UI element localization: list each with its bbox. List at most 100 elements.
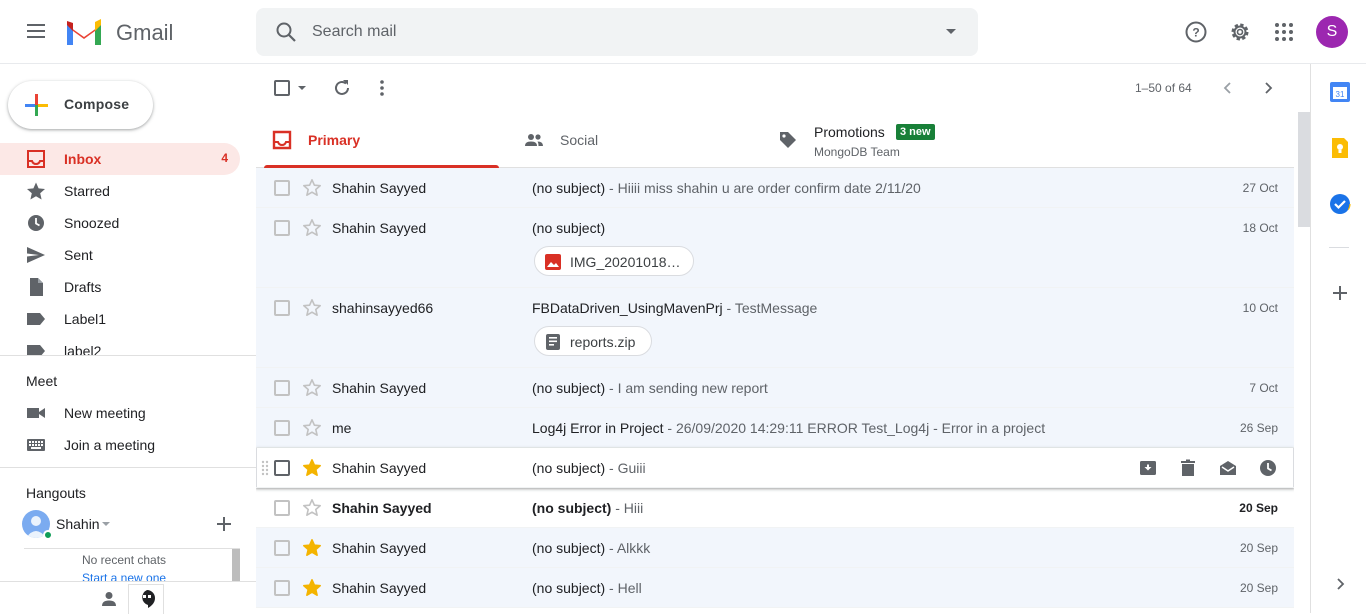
email-row[interactable]: me Log4j Error in Project - 26/09/2020 14… — [256, 408, 1294, 448]
email-row[interactable]: Shahin Sayyed (no subject) - Hiiii miss s… — [256, 168, 1294, 208]
search-options-chevron-icon[interactable] — [946, 29, 956, 34]
add-addon-plus-icon[interactable] — [1329, 282, 1351, 304]
star-icon[interactable] — [302, 498, 322, 518]
email-row[interactable]: Shahin Sayyed (no subject) - I am sending… — [256, 368, 1294, 408]
main-menu-button[interactable] — [24, 20, 48, 44]
email-date: 10 Oct — [1242, 301, 1278, 315]
chevron-right-icon[interactable] — [1258, 78, 1278, 98]
inbox-unread-count: 4 — [221, 151, 228, 165]
sidebar-item-inbox[interactable]: Inbox 4 — [0, 143, 240, 175]
delete-trash-icon[interactable] — [1178, 458, 1198, 478]
email-row[interactable]: Shahin Sayyed (no subject) 18 Oct IMG_20201… — [256, 208, 1294, 288]
tab-promotions[interactable]: Promotions 3 new MongoDB Team — [762, 112, 1016, 168]
tasks-icon[interactable] — [1329, 193, 1351, 215]
chevron-left-icon[interactable] — [1218, 78, 1238, 98]
email-subject: (no subject) — [532, 580, 606, 596]
sidebar-item-label: Inbox — [64, 151, 102, 167]
search-bar[interactable] — [256, 8, 978, 56]
email-subject: (no subject) — [532, 220, 606, 236]
sidebar-item-starred[interactable]: Starred — [0, 175, 240, 207]
tab-label: Promotions — [814, 124, 885, 140]
email-row[interactable]: shahinsayyed66 FBDataDriven_UsingMavenPrj… — [256, 288, 1294, 368]
star-icon[interactable] — [302, 578, 322, 598]
hangouts-user-name: Shahin — [56, 516, 100, 532]
email-date: 26 Sep — [1239, 421, 1278, 435]
new-conversation-plus-icon[interactable] — [216, 516, 232, 532]
email-row[interactable]: Shahin Sayyed (no subject) - Hell 20 Sep — [256, 568, 1294, 608]
select-options-chevron-icon[interactable] — [298, 86, 306, 90]
star-icon[interactable] — [302, 418, 322, 438]
email-row[interactable]: Shahin Sayyed (no subject) - Alkkk 20 Sep — [256, 528, 1294, 568]
email-select-checkbox[interactable] — [274, 420, 290, 436]
search-input[interactable] — [312, 20, 912, 44]
email-select-checkbox[interactable] — [274, 300, 290, 316]
inbox-icon — [27, 150, 45, 168]
image-icon — [545, 254, 561, 270]
hangouts-section-title: Hangouts — [26, 485, 86, 501]
tab-social[interactable]: Social — [508, 112, 762, 168]
email-subject: Log4j Error in Project — [532, 420, 664, 436]
chevron-right-icon[interactable] — [1329, 573, 1351, 595]
sidebar-item-label1[interactable]: Label1 — [0, 303, 240, 335]
new-meeting-item[interactable]: New meeting — [0, 397, 240, 429]
email-snippet: - 26/09/2020 14:29:11 ERROR Test_Log4j -… — [663, 420, 1046, 436]
hangouts-tab[interactable] — [128, 584, 164, 614]
email-row[interactable]: Shahin Sayyed (no subject) - Hiii 20 Sep — [256, 488, 1294, 528]
pagination-info: 1–50 of 64 — [1135, 81, 1192, 95]
email-subject: (no subject) — [532, 500, 612, 516]
drag-handle-icon[interactable] — [261, 460, 269, 476]
star-icon[interactable] — [302, 458, 322, 478]
star-icon[interactable] — [302, 178, 322, 198]
email-select-checkbox[interactable] — [274, 220, 290, 236]
chat-scrollbar[interactable] — [232, 549, 240, 581]
tab-primary[interactable]: Primary — [256, 112, 508, 168]
archive-icon[interactable] — [1138, 458, 1158, 478]
email-snippet: - Alkkk — [605, 540, 651, 556]
email-date: 20 Sep — [1239, 581, 1278, 595]
gmail-logo[interactable] — [64, 17, 104, 47]
email-subject: (no subject) — [532, 380, 606, 396]
email-row[interactable]: Shahin Sayyed (no subject) - Guiii — [256, 448, 1294, 488]
email-select-checkbox[interactable] — [274, 380, 290, 396]
email-select-checkbox[interactable] — [274, 500, 290, 516]
calendar-icon[interactable]: 31 — [1329, 81, 1351, 103]
email-select-checkbox[interactable] — [274, 540, 290, 556]
star-icon[interactable] — [302, 538, 322, 558]
star-icon[interactable] — [302, 378, 322, 398]
email-select-checkbox[interactable] — [274, 460, 290, 476]
email-select-checkbox[interactable] — [274, 580, 290, 596]
join-meeting-item[interactable]: Join a meeting — [0, 429, 240, 461]
hangouts-user-selector[interactable]: Shahin — [22, 510, 242, 540]
compose-button[interactable]: Compose — [8, 81, 153, 129]
email-list: Shahin Sayyed (no subject) - Hiiii miss s… — [256, 168, 1294, 613]
chevron-down-icon[interactable] — [102, 522, 110, 526]
email-date: 27 Oct — [1242, 181, 1278, 195]
sidebar-item-label2[interactable]: label2 — [0, 335, 240, 355]
keep-notes-icon[interactable] — [1329, 137, 1351, 159]
star-icon[interactable] — [302, 298, 322, 318]
attachment-chip[interactable]: reports.zip — [534, 326, 652, 356]
snooze-clock-icon[interactable] — [1258, 458, 1278, 478]
refresh-icon[interactable] — [332, 78, 352, 98]
email-sender: Shahin Sayyed — [332, 220, 427, 236]
main-scrollbar[interactable] — [1298, 112, 1310, 227]
sidebar-item-drafts[interactable]: Drafts — [0, 271, 240, 303]
more-options-icon[interactable] — [372, 78, 392, 98]
email-date: 20 Sep — [1239, 501, 1278, 515]
settings-gear-icon[interactable] — [1228, 20, 1252, 44]
help-icon[interactable]: ? — [1184, 20, 1208, 44]
star-icon[interactable] — [302, 218, 322, 238]
email-date: 7 Oct — [1249, 381, 1278, 395]
start-new-chat-link[interactable]: Start a new one — [82, 571, 166, 581]
apps-grid-icon[interactable] — [1272, 20, 1296, 44]
contacts-person-icon[interactable] — [100, 590, 118, 608]
email-select-checkbox[interactable] — [274, 180, 290, 196]
attachment-chip[interactable]: IMG_20201018… — [534, 246, 694, 276]
sidebar-item-sent[interactable]: Sent — [0, 239, 240, 271]
search-icon[interactable] — [274, 20, 298, 44]
mark-as-read-icon[interactable] — [1218, 458, 1238, 478]
select-all-checkbox[interactable] — [274, 80, 290, 96]
sidebar-item-snoozed[interactable]: Snoozed — [0, 207, 240, 239]
hangouts-icon — [142, 590, 155, 608]
account-avatar[interactable]: S — [1316, 16, 1348, 48]
